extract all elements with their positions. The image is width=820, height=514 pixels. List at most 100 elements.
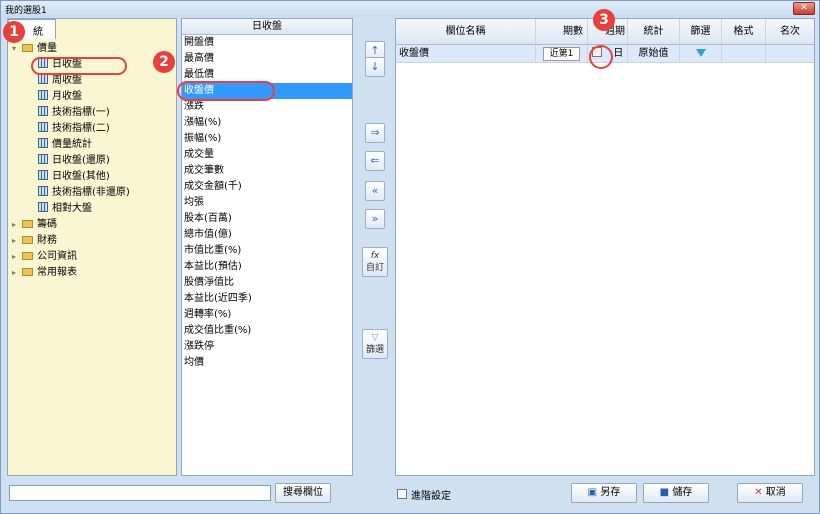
periods-select[interactable]: 近第1 (542, 47, 581, 61)
tree-folder-common-reports[interactable]: ▸ 常用報表 (12, 265, 77, 281)
collapse-icon[interactable]: ▸ (12, 233, 20, 249)
collapse-icon[interactable]: ▸ (12, 265, 20, 281)
folder-icon (22, 236, 33, 244)
collapse-icon[interactable]: ▸ (12, 217, 20, 233)
table-icon (38, 106, 48, 116)
tree-folder-label: 財務 (37, 235, 57, 246)
tree-item-label: 技術指標(一) (52, 107, 110, 118)
field-item[interactable]: 成交筆數 (182, 163, 352, 179)
tree-item-daily-adjusted[interactable]: 日收盤(還原) (38, 153, 110, 169)
row-filter-cell[interactable] (680, 45, 722, 63)
field-item[interactable]: 開盤價 (182, 35, 352, 51)
field-item[interactable]: 總市值(億) (182, 227, 352, 243)
table-icon (38, 186, 48, 196)
filter-button[interactable]: ▽ 篩選 (362, 329, 388, 359)
tree-folder-chips[interactable]: ▸ 籌碼 (12, 217, 57, 233)
tree-item-monthly-close[interactable]: 月收盤 (38, 89, 82, 105)
field-item[interactable]: 均張 (182, 195, 352, 211)
field-item[interactable]: 成交金額(千) (182, 179, 352, 195)
table-icon (38, 170, 48, 180)
field-item[interactable]: 漲跌 (182, 99, 352, 115)
row-periods-cell[interactable]: 近第1 (536, 45, 588, 63)
move-down-button[interactable]: ↓ (365, 57, 385, 77)
row-format-cell[interactable] (722, 45, 766, 63)
field-item[interactable]: 本益比(預估) (182, 259, 352, 275)
callout-badge-1: 1 (3, 21, 25, 43)
formula-icon: fx (370, 251, 380, 261)
close-button[interactable]: ✕ (793, 2, 815, 15)
tree-item-tech-unadjusted[interactable]: 技術指標(非還原) (38, 185, 130, 201)
advanced-settings-checkbox[interactable] (397, 489, 407, 499)
collapse-icon[interactable]: ▸ (12, 249, 20, 265)
add-field-button[interactable]: ⇒ (365, 123, 385, 143)
column-header-periods[interactable]: 期數 (536, 19, 588, 45)
callout-ring-2 (177, 81, 275, 101)
tree-folder-finance[interactable]: ▸ 財務 (12, 233, 57, 249)
column-header-format[interactable]: 格式 (722, 19, 766, 45)
field-item[interactable]: 週轉率(%) (182, 307, 352, 323)
cancel-button[interactable]: ✕ 取消 (737, 483, 803, 503)
field-item[interactable]: 均價 (182, 355, 352, 371)
table-icon (38, 90, 48, 100)
tree-item-label: 月收盤 (52, 91, 82, 102)
tree-item-label: 日收盤(還原) (52, 155, 110, 166)
screener-window: 我的選股1 ✕ 統 ▾ 價量 日收盤 周收盤 月收盤 技術指標(一) 技術指標(二… (0, 0, 820, 514)
field-item[interactable]: 振幅(%) (182, 131, 352, 147)
custom-field-button[interactable]: fx 自訂 (362, 247, 388, 277)
field-item[interactable]: 市值比重(%) (182, 243, 352, 259)
tree-item-tech-2[interactable]: 技術指標(二) (38, 121, 110, 137)
callout-ring-3 (589, 45, 613, 69)
row-rank-cell[interactable] (766, 45, 814, 63)
filter-icon[interactable] (695, 49, 706, 57)
tree-item-tech-1[interactable]: 技術指標(一) (38, 105, 110, 121)
tree-folder-label: 價量 (37, 43, 57, 54)
save-as-button[interactable]: ▣ 另存 (571, 483, 637, 503)
save-label: 儲存 (672, 487, 693, 498)
field-list-header: 日收盤 (182, 19, 352, 35)
column-header-statistic[interactable]: 統計 (628, 19, 680, 45)
tree-folder-price[interactable]: ▾ 價量 (12, 41, 57, 57)
folder-icon (22, 44, 33, 52)
field-item[interactable]: 漲幅(%) (182, 115, 352, 131)
tree-item-relative-market[interactable]: 相對大盤 (38, 201, 92, 217)
field-item[interactable]: 漲跌停 (182, 339, 352, 355)
remove-field-button[interactable]: ⇐ (365, 151, 385, 171)
column-header-filter[interactable]: 篩選 (680, 19, 722, 45)
cancel-label: 取消 (765, 487, 786, 498)
field-item[interactable]: 股價淨值比 (182, 275, 352, 291)
tree-item-price-volume-stats[interactable]: 價量統計 (38, 137, 92, 153)
field-item[interactable]: 成交量 (182, 147, 352, 163)
callout-ring-1 (31, 57, 127, 75)
field-item[interactable]: 最高價 (182, 51, 352, 67)
tree-folder-company-info[interactable]: ▸ 公司資訊 (12, 249, 77, 265)
remove-all-button[interactable]: « (365, 181, 385, 201)
tree-folder-label: 籌碼 (37, 219, 57, 230)
column-header-field-name[interactable]: 欄位名稱 (396, 19, 536, 45)
table-icon (38, 122, 48, 132)
tree-item-label: 相對大盤 (52, 203, 92, 214)
add-all-button[interactable]: » (365, 209, 385, 229)
save-as-icon: ▣ (587, 487, 598, 498)
row-cycle-value: 日 (613, 48, 624, 59)
table-icon (38, 74, 48, 84)
field-item[interactable]: 本益比(近四季) (182, 291, 352, 307)
tree-item-label: 日收盤(其他) (52, 171, 110, 182)
table-icon (38, 138, 48, 148)
folder-icon (22, 252, 33, 260)
field-item[interactable]: 股本(百萬) (182, 211, 352, 227)
tree-folder-label: 公司資訊 (37, 251, 77, 262)
field-search-input[interactable] (9, 485, 271, 501)
title-bar[interactable]: 我的選股1 ✕ (1, 1, 819, 17)
expand-icon[interactable]: ▾ (12, 41, 20, 57)
table-icon (38, 202, 48, 212)
save-button[interactable]: ■ 儲存 (643, 483, 709, 503)
tree-item-daily-other[interactable]: 日收盤(其他) (38, 169, 110, 185)
search-field-button[interactable]: 搜尋欄位 (275, 483, 331, 503)
row-statistic[interactable]: 原始值 (628, 45, 680, 63)
field-item[interactable]: 成交值比重(%) (182, 323, 352, 339)
column-header-rank[interactable]: 名次 (766, 19, 814, 45)
row-field-name[interactable]: 收盤價 (396, 45, 536, 63)
advanced-settings-label: 進階設定 (411, 491, 451, 502)
tree-item-weekly-close[interactable]: 周收盤 (38, 73, 82, 89)
tree-item-label: 技術指標(二) (52, 123, 110, 134)
